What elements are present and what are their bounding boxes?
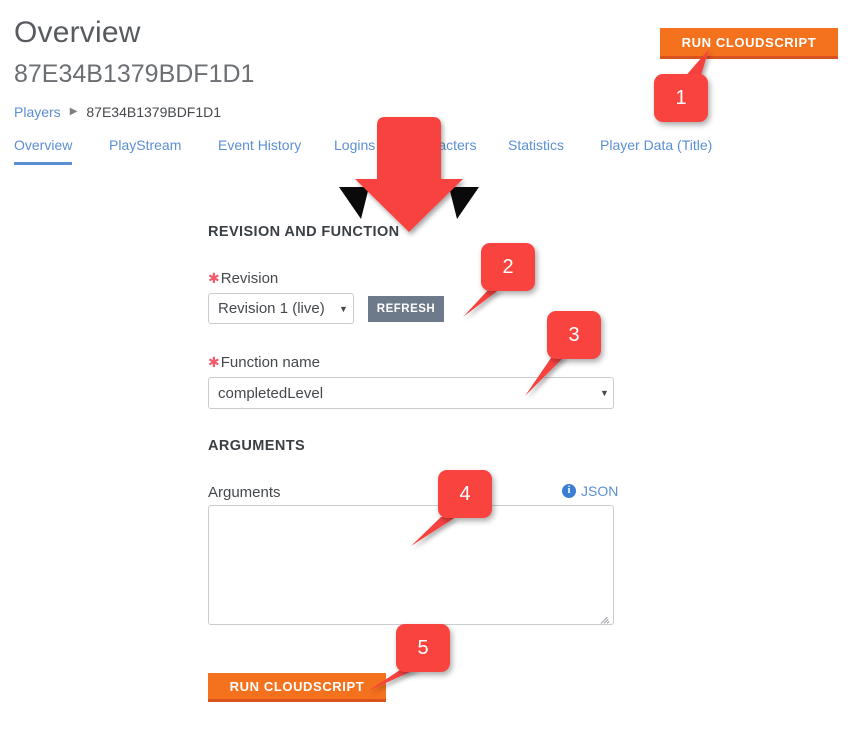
page-title: Overview	[14, 16, 141, 49]
tab-bar: Overview PlayStream Event History Logins…	[14, 137, 834, 171]
required-asterisk-icon: ✱	[208, 270, 220, 286]
field-label-function-name-text: Function name	[220, 354, 320, 371]
field-label-revision-text: Revision	[220, 270, 279, 287]
annotation-callout-3: 3	[547, 311, 601, 359]
info-icon: i	[562, 484, 576, 498]
annotation-callout-5: 5	[396, 624, 450, 672]
tab-logins[interactable]: Logins	[334, 137, 375, 162]
tab-characters[interactable]: Characters	[408, 137, 476, 162]
tab-event-history[interactable]: Event History	[218, 137, 301, 162]
tab-player-data-title[interactable]: Player Data (Title)	[600, 137, 712, 162]
section-heading-revision-and-function: REVISION AND FUNCTION	[208, 224, 400, 240]
function-name-select[interactable]: completedLevel	[208, 377, 614, 409]
refresh-button[interactable]: REFRESH	[368, 296, 444, 322]
required-asterisk-icon-function: ✱	[208, 354, 220, 370]
arguments-textarea[interactable]	[208, 505, 614, 625]
run-cloudscript-button-bottom[interactable]: RUN CLOUDSCRIPT	[208, 673, 386, 702]
annotation-callout-1: 1	[654, 74, 708, 122]
annotation-callout-2: 2	[481, 243, 535, 291]
field-label-arguments: Arguments	[208, 484, 281, 501]
breadcrumb-current-player-id: 87E34B1379BDF1D1	[86, 104, 222, 120]
field-label-function-name: ✱Function name	[208, 354, 320, 371]
page-subtitle-player-id: 87E34B1379BDF1D1	[14, 60, 255, 88]
chevron-right-icon: ▶	[69, 106, 78, 117]
section-heading-arguments: ARGUMENTS	[208, 438, 306, 454]
revision-select[interactable]: Revision 1 (live)	[208, 293, 354, 324]
tab-overview[interactable]: Overview	[14, 137, 73, 165]
run-cloudscript-button-top[interactable]: RUN CLOUDSCRIPT	[660, 28, 838, 59]
field-label-revision: ✱Revision	[208, 270, 278, 287]
cloudscript-page: Overview 87E34B1379BDF1D1 RUN CLOUDSCRIP…	[0, 0, 848, 737]
breadcrumb-link-players[interactable]: Players	[14, 104, 61, 120]
json-help-link-label: JSON	[581, 483, 619, 499]
json-help-link[interactable]: i JSON	[562, 483, 618, 499]
tab-statistics[interactable]: Statistics	[508, 137, 564, 162]
breadcrumb: Players ▶ 87E34B1379BDF1D1	[14, 104, 221, 120]
tab-playstream[interactable]: PlayStream	[109, 137, 181, 162]
